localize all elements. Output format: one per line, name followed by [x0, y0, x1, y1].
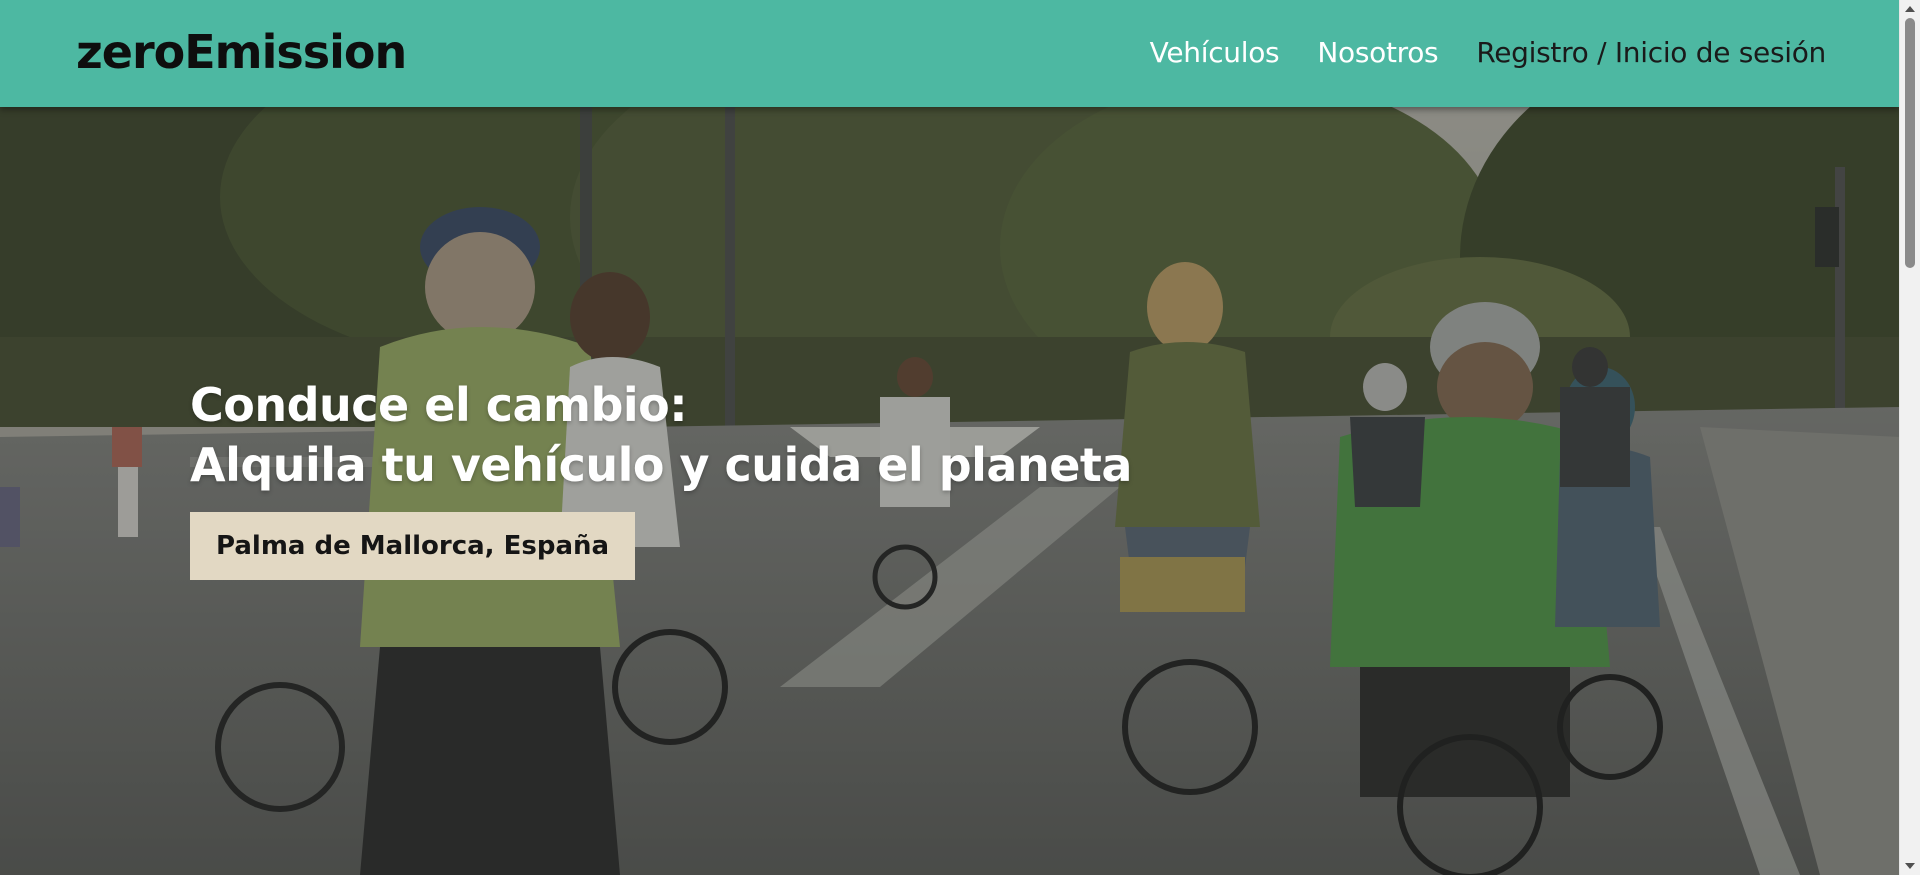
hero-section: Conduce el cambio: Alquila tu vehículo y…	[0, 107, 1900, 875]
site-header: zeroEmission Vehículos Nosotros Registro…	[0, 0, 1900, 107]
site-logo[interactable]: zeroEmission	[76, 22, 407, 82]
nav-link-nosotros[interactable]: Nosotros	[1317, 34, 1438, 72]
hero-title-line-2: Alquila tu vehículo y cuida el planeta	[190, 438, 1132, 492]
page-scrollbar[interactable]	[1899, 0, 1920, 875]
hero-title: Conduce el cambio: Alquila tu vehículo y…	[190, 375, 1132, 495]
nav-link-registro-login[interactable]: Registro / Inicio de sesión	[1476, 34, 1826, 72]
nav-link-vehiculos[interactable]: Vehículos	[1150, 34, 1280, 72]
location-badge: Palma de Mallorca, España	[190, 512, 636, 580]
scrollbar-thumb[interactable]	[1905, 18, 1915, 268]
hero-title-line-1: Conduce el cambio:	[190, 378, 688, 432]
page: zeroEmission Vehículos Nosotros Registro…	[0, 0, 1920, 875]
scrollbar-up-arrow-icon[interactable]	[1905, 6, 1915, 12]
main-nav: Vehículos Nosotros Registro / Inicio de …	[1150, 34, 1827, 72]
scrollbar-down-arrow-icon[interactable]	[1905, 863, 1915, 869]
